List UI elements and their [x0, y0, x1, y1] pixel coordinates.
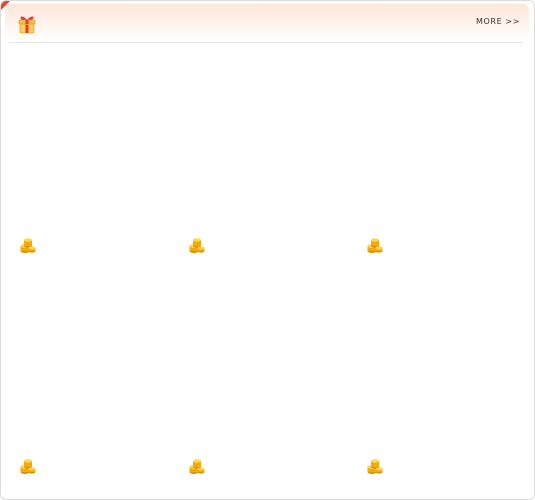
coins-icon — [19, 237, 36, 254]
coins-icon — [366, 237, 383, 254]
product-item — [188, 45, 338, 265]
product-item — [188, 266, 338, 486]
gift-icon — [17, 14, 37, 34]
product-grid — [1, 45, 534, 499]
coins-icon — [188, 458, 205, 475]
panel-header — [5, 4, 529, 41]
product-item — [366, 266, 516, 486]
product-thumbnail[interactable] — [188, 266, 338, 446]
product-thumbnail[interactable] — [188, 45, 338, 225]
product-thumbnail[interactable] — [19, 45, 169, 225]
header-divider — [9, 42, 523, 43]
coins-icon — [188, 237, 205, 254]
coins-icon — [366, 458, 383, 475]
coins-icon — [19, 458, 36, 475]
gift-panel: MORE >> — [0, 0, 535, 500]
product-thumbnail[interactable] — [366, 266, 516, 446]
product-item — [19, 45, 169, 265]
product-item — [19, 266, 169, 486]
product-thumbnail[interactable] — [366, 45, 516, 225]
product-thumbnail[interactable] — [19, 266, 169, 446]
product-item — [366, 45, 516, 265]
more-link[interactable]: MORE >> — [476, 17, 520, 26]
